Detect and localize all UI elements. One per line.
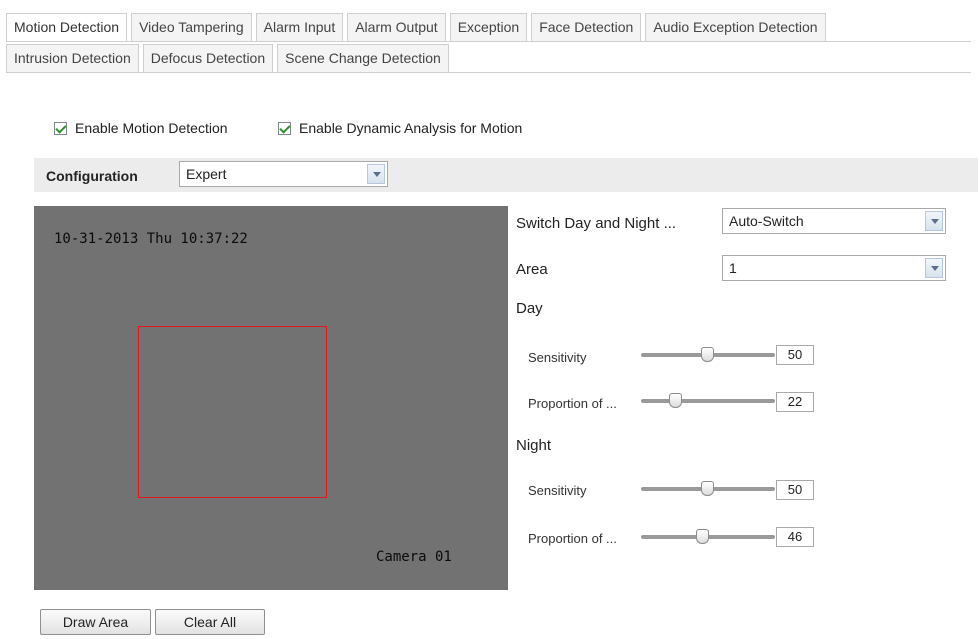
draw-area-button[interactable]: Draw Area [40,609,151,635]
tab-row-2: Intrusion Detection Defocus Detection Sc… [6,44,453,72]
switch-day-night-label: Switch Day and Night ... [516,215,677,232]
chevron-down-icon[interactable] [367,164,385,184]
night-proportion-value[interactable]: 46 [776,527,814,547]
tab-divider [6,72,971,73]
day-sensitivity-label: Sensitivity [528,350,587,365]
chevron-down-icon[interactable] [925,258,943,278]
configuration-bar: Configuration Expert [34,158,978,192]
slider-thumb[interactable] [701,347,714,362]
day-proportion-slider[interactable] [641,393,775,409]
checkmark-icon [55,121,67,134]
configuration-label: Configuration [46,168,138,184]
switch-day-night-select[interactable]: Auto-Switch [722,208,946,234]
night-sensitivity-label: Sensitivity [528,483,587,498]
day-proportion-value[interactable]: 22 [776,392,814,412]
configuration-select[interactable]: Expert [179,161,388,187]
checkbox-label: Enable Motion Detection [75,120,228,136]
switch-day-night-value: Auto-Switch [729,213,804,229]
night-section-title: Night [516,437,552,454]
video-preview[interactable]: 10-31-2013 Thu 10:37:22 Camera 01 [34,206,508,590]
night-sensitivity-value[interactable]: 50 [776,480,814,500]
camera-name-overlay: Camera 01 [376,549,452,565]
tab-intrusion-detection[interactable]: Intrusion Detection [6,44,139,72]
night-sensitivity-slider[interactable] [641,481,775,497]
slider-thumb[interactable] [701,481,714,496]
enable-dynamic-analysis-checkbox[interactable]: Enable Dynamic Analysis for Motion [278,120,522,136]
tab-divider [6,41,971,42]
chevron-down-icon[interactable] [925,211,943,231]
day-sensitivity-value[interactable]: 50 [776,345,814,365]
checkbox-box[interactable] [54,121,67,135]
motion-area-rectangle[interactable] [138,326,327,498]
area-select[interactable]: 1 [722,255,946,281]
tab-motion-detection[interactable]: Motion Detection [6,13,128,41]
tab-face-detection[interactable]: Face Detection [531,13,642,41]
tab-alarm-input[interactable]: Alarm Input [255,13,344,41]
checkmark-icon [279,121,291,134]
tab-row-1: Motion Detection Video Tampering Alarm I… [6,13,830,41]
enable-motion-detection-checkbox[interactable]: Enable Motion Detection [54,120,228,136]
day-sensitivity-slider[interactable] [641,347,775,363]
checkbox-box[interactable] [278,121,291,135]
area-value: 1 [729,260,737,276]
tab-scene-change-detection[interactable]: Scene Change Detection [277,44,449,72]
tab-exception[interactable]: Exception [449,13,528,41]
slider-thumb[interactable] [696,529,710,544]
day-section-title: Day [516,300,543,317]
night-proportion-slider[interactable] [641,529,775,545]
area-label: Area [516,261,548,278]
tab-alarm-output[interactable]: Alarm Output [347,13,446,41]
slider-thumb[interactable] [669,393,683,408]
day-proportion-label: Proportion of ... [528,396,617,411]
tab-audio-exception-detection[interactable]: Audio Exception Detection [645,13,826,41]
night-proportion-label: Proportion of ... [528,531,617,546]
checkbox-label: Enable Dynamic Analysis for Motion [299,120,523,136]
tab-defocus-detection[interactable]: Defocus Detection [142,44,274,72]
video-timestamp: 10-31-2013 Thu 10:37:22 [54,231,248,247]
configuration-value: Expert [186,166,227,182]
slider-track[interactable] [641,399,775,403]
tab-video-tampering[interactable]: Video Tampering [131,13,252,41]
clear-all-button[interactable]: Clear All [155,609,265,635]
